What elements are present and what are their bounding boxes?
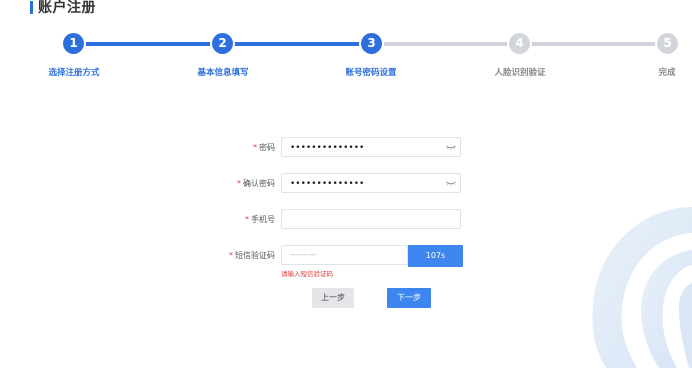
- title-bar: 账户注册: [0, 0, 692, 22]
- password-field[interactable]: ••••••••••••••: [281, 137, 461, 157]
- next-step-button[interactable]: 下一步: [387, 288, 431, 308]
- sms-code-input[interactable]: [281, 245, 408, 265]
- page-title: 账户注册: [38, 0, 96, 16]
- step-5-label: 完成: [658, 68, 676, 78]
- step-2-circle: 2: [212, 33, 233, 54]
- previous-step-button[interactable]: 上一步: [312, 288, 354, 308]
- step-1-label: 选择注册方式: [48, 68, 100, 78]
- step-4-circle: 4: [509, 33, 530, 54]
- phone-input[interactable]: [281, 209, 461, 229]
- confirm-password-row: * 确认密码 ••••••••••••••: [0, 173, 692, 195]
- sms-code-error-message: 请输入短信验证码: [281, 270, 333, 278]
- confirm-password-field[interactable]: ••••••••••••••: [281, 173, 461, 193]
- step-4-label: 人脸识别验证: [494, 68, 546, 78]
- get-sms-code-button[interactable]: 107s: [408, 245, 463, 267]
- required-mark: *: [253, 143, 257, 152]
- eye-closed-icon[interactable]: [446, 181, 456, 186]
- step-5-circle: 5: [657, 33, 678, 54]
- step-2-label: 基本信息填写: [197, 68, 249, 78]
- emblem-watermark-icon: [592, 207, 692, 368]
- password-label: * 密码: [253, 143, 275, 152]
- step-3-label: 账号密码设置: [345, 68, 397, 78]
- confirm-password-label: * 确认密码: [237, 179, 275, 188]
- password-row: * 密码 ••••••••••••••: [0, 137, 692, 159]
- title-accent-bar: [30, 1, 33, 14]
- required-mark: *: [237, 179, 241, 188]
- eye-closed-icon[interactable]: [446, 145, 456, 150]
- step-3-circle: 3: [361, 33, 382, 54]
- registration-stepper: 1 2 3 4 5 选择注册方式 基本信息填写 账号密码设置 人脸识别验证 完成: [0, 30, 692, 80]
- required-mark: *: [229, 251, 233, 260]
- sms-code-label: * 短信验证码: [229, 251, 275, 260]
- step-1-circle: 1: [63, 33, 84, 54]
- required-mark: *: [245, 215, 249, 224]
- phone-label: * 手机号: [245, 215, 275, 224]
